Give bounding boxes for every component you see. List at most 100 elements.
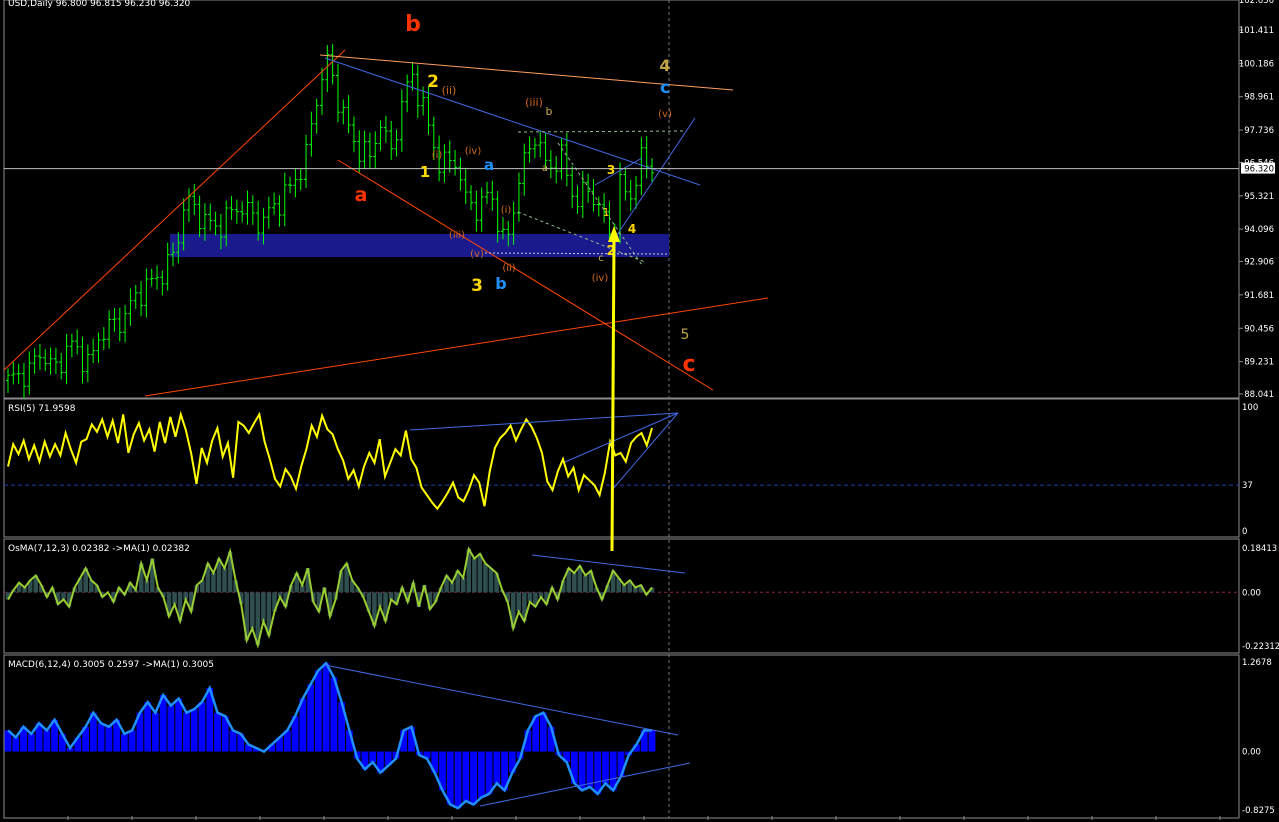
- y-tick-label: 89.231: [1244, 358, 1274, 368]
- macd-bar: [602, 751, 609, 784]
- wave-label: (v): [658, 109, 672, 120]
- osma-bar: [477, 553, 483, 593]
- osma-bar: [222, 568, 227, 593]
- rsi-y-tick-label: 100: [1242, 403, 1258, 413]
- y-tick-label-top: 102.636: [1239, 0, 1274, 6]
- y-tick-label: 94.096: [1244, 225, 1274, 235]
- wave-label: a: [542, 163, 548, 174]
- chart-svg: b2 (ii)(iii)b4c(v)(i) (iv)a1aa 3(i)(iii)124…: [0, 0, 1279, 822]
- macd-bar: [214, 712, 221, 752]
- macd-bar: [477, 751, 485, 798]
- macd-bar: [152, 712, 159, 752]
- wave-label: (ii): [502, 263, 515, 274]
- osma-bar: [211, 573, 216, 593]
- y-tick-label: 101.411: [1239, 26, 1274, 36]
- wave-label: (i): [501, 205, 512, 216]
- rsi-panel-title: RSI(5) 71.9598: [8, 404, 76, 414]
- osma-y-tick-label: -0.22312: [1242, 642, 1279, 652]
- wave-label: b: [546, 105, 553, 118]
- y-tick-label: 97.736: [1244, 126, 1274, 136]
- y-tick-label: 92.906: [1244, 258, 1274, 268]
- macd-bar: [105, 726, 113, 752]
- macd-bar: [43, 730, 51, 752]
- wave-label: (iii): [525, 96, 543, 109]
- y-tick-label: 88.041: [1244, 390, 1274, 400]
- macd-bar: [97, 723, 105, 752]
- macd-bar: [462, 751, 470, 801]
- macd-y-tick-label: 0.00: [1242, 748, 1261, 758]
- chart-background: [0, 0, 1279, 822]
- osma-y-tick-label: 0.18413: [1242, 544, 1277, 554]
- macd-bar: [586, 751, 594, 787]
- osma-bar: [572, 573, 577, 593]
- y-tick-label: 90.456: [1244, 324, 1274, 334]
- macd-bar: [648, 730, 656, 752]
- osma-bar: [488, 568, 494, 593]
- osma-bar: [472, 558, 477, 593]
- wave-label: (v): [470, 249, 484, 260]
- wave-label: 4: [628, 222, 636, 236]
- osma-bar: [250, 592, 255, 629]
- wave-label: c: [660, 78, 670, 98]
- macd-bar: [493, 751, 501, 784]
- wave-label: (iv): [465, 146, 482, 157]
- macd-bar: [183, 712, 190, 752]
- macd-bar: [128, 730, 136, 752]
- last-price-marker-label: 96.320: [1244, 165, 1274, 175]
- macd-bar: [594, 751, 602, 794]
- macd-y-tick-label: -0.8275: [1242, 806, 1275, 816]
- wave-label: 1: [420, 163, 430, 181]
- wave-label: c: [598, 253, 604, 264]
- wave-label: (iii): [449, 230, 465, 241]
- wave-label: c: [682, 352, 695, 377]
- y-tick-label: 100.186: [1239, 59, 1274, 69]
- osma-bar: [583, 575, 588, 593]
- macd-bar: [229, 730, 237, 752]
- macd-bar: [307, 684, 314, 752]
- osma-bar: [261, 592, 266, 622]
- macd-bar: [454, 751, 462, 809]
- macd-bar: [446, 751, 454, 805]
- macd-bar: [159, 695, 167, 752]
- osma-bar: [516, 592, 522, 612]
- macd-bar: [485, 751, 493, 794]
- osma-panel-title: OsMA(7,12,3) 0.02382 ->MA(1) 0.02382: [8, 544, 190, 554]
- wave-label: a: [484, 156, 494, 174]
- macd-bar: [322, 663, 330, 752]
- macd-bar: [12, 737, 20, 752]
- osma-y-tick-label: 0.00: [1242, 588, 1261, 598]
- wave-label: 4: [659, 56, 670, 75]
- rsi-y-tick-label: 37: [1242, 481, 1253, 491]
- macd-y-tick-label: 1.2678: [1242, 658, 1272, 668]
- y-tick-label: 91.681: [1244, 291, 1274, 301]
- price-panel-title: USD,Daily 96.800 96.815 96.230 96.320: [8, 0, 191, 9]
- macd-bar: [144, 702, 152, 752]
- wave-label: b: [405, 12, 421, 37]
- macd-bar: [175, 698, 183, 752]
- macd-bar: [190, 709, 198, 752]
- wave-label: 2: [427, 72, 439, 92]
- macd-bar: [121, 733, 128, 752]
- divergence-arrow: [610, 239, 616, 552]
- y-tick-label: 98.961: [1244, 93, 1274, 103]
- macd-bar: [470, 751, 477, 805]
- y-tick-label: 95.321: [1244, 192, 1274, 202]
- rsi-y-tick-label: 0: [1242, 527, 1247, 537]
- wave-label: b: [495, 274, 506, 293]
- macd-bar: [27, 733, 35, 752]
- osma-bar: [460, 577, 466, 593]
- wave-label: 5: [681, 327, 690, 343]
- wave-label: 3: [471, 276, 483, 296]
- wave-label: 3: [607, 163, 615, 177]
- wave-label: a: [355, 184, 368, 206]
- macd-bar: [198, 702, 206, 752]
- wave-label: (iv): [592, 273, 609, 284]
- macd-panel-title: MACD(6,12,4) 0.3005 0.2597 ->MA(1) 0.300…: [8, 660, 214, 670]
- wave-label: (i): [432, 150, 443, 161]
- wave-label: (ii): [442, 84, 457, 97]
- wave-label: 1: [603, 206, 610, 219]
- osma-bar: [527, 592, 533, 602]
- macd-bar: [167, 705, 175, 752]
- macd-bar: [314, 670, 322, 752]
- osma-bar: [483, 563, 488, 593]
